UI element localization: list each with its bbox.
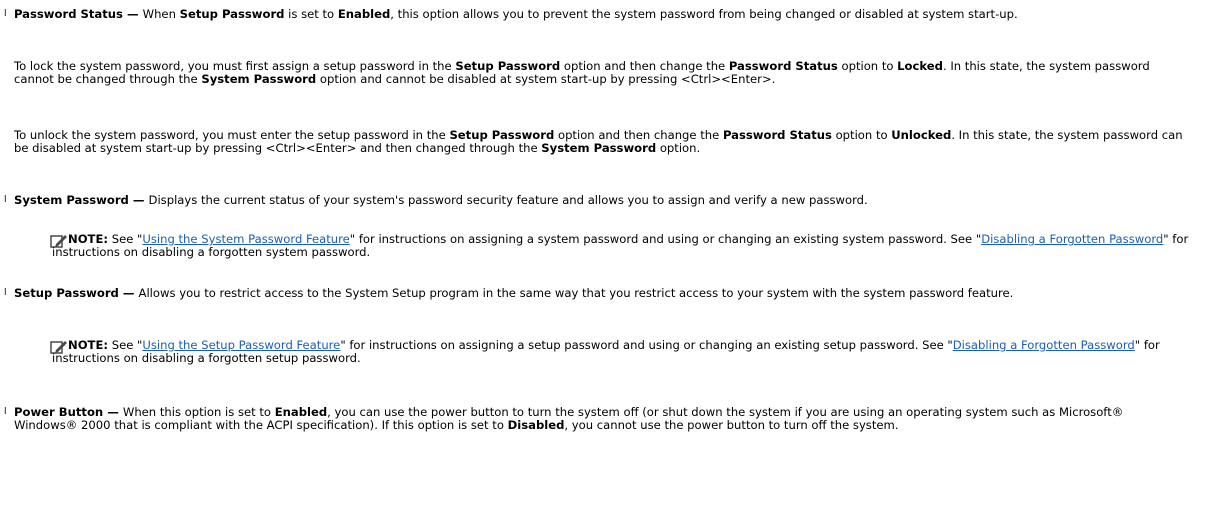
setup-password-note-text: NOTE: See "Using the Setup Password Feat… xyxy=(52,338,1160,365)
bullet-icon: l xyxy=(4,407,7,417)
setup-password-description: Setup Password — Allows you to restrict … xyxy=(14,286,1014,300)
password-status-description: Password Status — When Setup Password is… xyxy=(14,7,1018,21)
power-button-term: Power Button xyxy=(14,405,104,419)
disabling-forgotten-password-link[interactable]: Disabling a Forgotten Password xyxy=(953,338,1135,352)
using-setup-password-link[interactable]: Using the Setup Password Feature xyxy=(142,338,340,352)
system-password-term: System Password xyxy=(14,193,129,207)
password-status-term: Password Status xyxy=(14,7,123,21)
lock-paragraph-text: To lock the system password, you must fi… xyxy=(14,59,1150,86)
bullet-icon: l xyxy=(4,288,7,298)
disabling-forgotten-password-link[interactable]: Disabling a Forgotten Password xyxy=(981,232,1163,246)
system-password-note-text: NOTE: See "Using the System Password Fea… xyxy=(52,232,1189,259)
note-label: NOTE: xyxy=(68,338,109,352)
bullet-icon: l xyxy=(4,195,7,205)
unlock-paragraph-text: To unlock the system password, you must … xyxy=(14,128,1183,155)
note-label: NOTE: xyxy=(68,232,109,246)
bullet-icon: l xyxy=(4,9,7,19)
system-password-description: System Password — Displays the current s… xyxy=(14,193,868,207)
setup-password-term: Setup Password xyxy=(14,286,119,300)
using-system-password-link[interactable]: Using the System Password Feature xyxy=(142,232,349,246)
power-button-description: Power Button — When this option is set t… xyxy=(14,405,1124,432)
